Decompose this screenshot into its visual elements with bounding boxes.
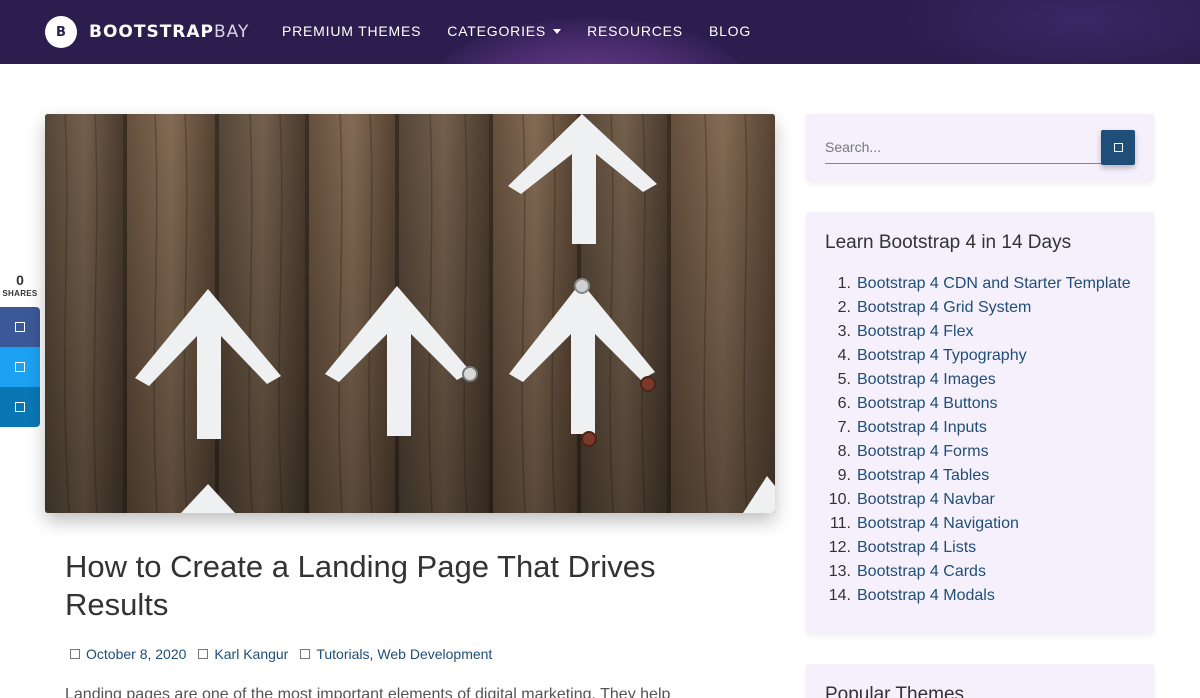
caret-down-icon	[553, 28, 562, 34]
share-bar: 0 SHARES	[0, 272, 40, 427]
list-item: 14. Bootstrap 4 Modals	[825, 584, 1131, 608]
site-logo[interactable]: B BOOTSTRAPBAY	[45, 16, 249, 48]
search-icon	[1113, 143, 1123, 152]
list-item: 4. Bootstrap 4 Typography	[825, 344, 1131, 368]
header-glow-decoration	[900, 0, 1200, 64]
category-link[interactable]: Web Development	[377, 646, 492, 662]
search-widget	[806, 114, 1154, 182]
learn-link[interactable]: Bootstrap 4 Buttons	[857, 392, 998, 416]
learn-link[interactable]: Bootstrap 4 Forms	[857, 440, 989, 464]
list-item: 10. Bootstrap 4 Navbar	[825, 488, 1131, 512]
share-facebook-button[interactable]	[0, 307, 40, 347]
article-excerpt: Landing pages are one of the most import…	[65, 686, 671, 698]
list-item: 12. Bootstrap 4 Lists	[825, 536, 1131, 560]
list-item: 5. Bootstrap 4 Images	[825, 368, 1131, 392]
learn-link[interactable]: Bootstrap 4 Lists	[857, 536, 976, 560]
widget-title: Popular Themes	[825, 684, 965, 698]
article-meta: October 8, 2020 Karl Kangur Tutorials, W…	[70, 646, 504, 662]
list-item: 7. Bootstrap 4 Inputs	[825, 416, 1131, 440]
user-icon	[198, 649, 209, 659]
list-item: 11. Bootstrap 4 Navigation	[825, 512, 1131, 536]
list-item: 13. Bootstrap 4 Cards	[825, 560, 1131, 584]
search-button[interactable]	[1101, 130, 1135, 165]
search-input[interactable]	[825, 131, 1103, 164]
share-linkedin-button[interactable]	[0, 387, 40, 427]
list-item: 1. Bootstrap 4 CDN and Starter Template	[825, 272, 1131, 296]
nav-resources[interactable]: RESOURCES	[587, 23, 683, 39]
article-title[interactable]: How to Create a Landing Page That Drives…	[65, 548, 745, 624]
list-item: 6. Bootstrap 4 Buttons	[825, 392, 1131, 416]
list-item: 9. Bootstrap 4 Tables	[825, 464, 1131, 488]
popular-themes-widget: Popular Themes	[806, 664, 1154, 698]
share-count: 0	[16, 272, 24, 288]
widget-title: Learn Bootstrap 4 in 14 Days	[825, 232, 1072, 253]
learn-link[interactable]: Bootstrap 4 Grid System	[857, 296, 1031, 320]
learn-link[interactable]: Bootstrap 4 CDN and Starter Template	[857, 272, 1131, 296]
share-twitter-button[interactable]	[0, 347, 40, 387]
category-link[interactable]: Tutorials	[316, 646, 369, 662]
learn-list: 1. Bootstrap 4 CDN and Starter Template 2…	[825, 272, 1131, 608]
share-label: SHARES	[2, 289, 38, 298]
list-item: 2. Bootstrap 4 Grid System	[825, 296, 1131, 320]
folder-icon	[300, 649, 311, 659]
learn-link[interactable]: Bootstrap 4 Modals	[857, 584, 995, 608]
meta-author: Karl Kangur	[198, 646, 288, 662]
featured-image[interactable]	[45, 114, 775, 513]
learn-link[interactable]: Bootstrap 4 Cards	[857, 560, 986, 584]
learn-link[interactable]: Bootstrap 4 Flex	[857, 320, 974, 344]
nav-blog[interactable]: BLOG	[709, 23, 751, 39]
meta-author-link[interactable]: Karl Kangur	[214, 646, 288, 662]
nav-premium-themes[interactable]: PREMIUM THEMES	[282, 23, 421, 39]
learn-link[interactable]: Bootstrap 4 Tables	[857, 464, 989, 488]
site-header: B BOOTSTRAPBAY PREMIUM THEMES CATEGORIES…	[0, 0, 1200, 64]
featured-image-arrows	[45, 114, 775, 513]
learn-link[interactable]: Bootstrap 4 Navbar	[857, 488, 995, 512]
linkedin-icon	[15, 402, 25, 412]
twitter-icon	[15, 362, 25, 372]
list-item: 8. Bootstrap 4 Forms	[825, 440, 1131, 464]
logo-text: BOOTSTRAPBAY	[89, 22, 250, 42]
calendar-icon	[70, 649, 80, 659]
learn-link[interactable]: Bootstrap 4 Images	[857, 368, 996, 392]
category-separator: ,	[369, 646, 374, 662]
learn-link[interactable]: Bootstrap 4 Inputs	[857, 416, 987, 440]
facebook-icon	[15, 322, 25, 332]
main-nav: PREMIUM THEMES CATEGORIES RESOURCES BLOG	[282, 23, 777, 39]
list-item: 3. Bootstrap 4 Flex	[825, 320, 1131, 344]
learn-link[interactable]: Bootstrap 4 Typography	[857, 344, 1027, 368]
learn-link[interactable]: Bootstrap 4 Navigation	[857, 512, 1019, 536]
meta-categories: Tutorials, Web Development	[300, 646, 492, 662]
meta-date-link[interactable]: October 8, 2020	[86, 646, 186, 662]
nav-categories[interactable]: CATEGORIES	[447, 23, 562, 39]
learn-bootstrap-widget: Learn Bootstrap 4 in 14 Days 1. Bootstrap…	[806, 212, 1154, 634]
meta-date: October 8, 2020	[70, 646, 186, 662]
logo-badge-icon: B	[45, 16, 77, 48]
